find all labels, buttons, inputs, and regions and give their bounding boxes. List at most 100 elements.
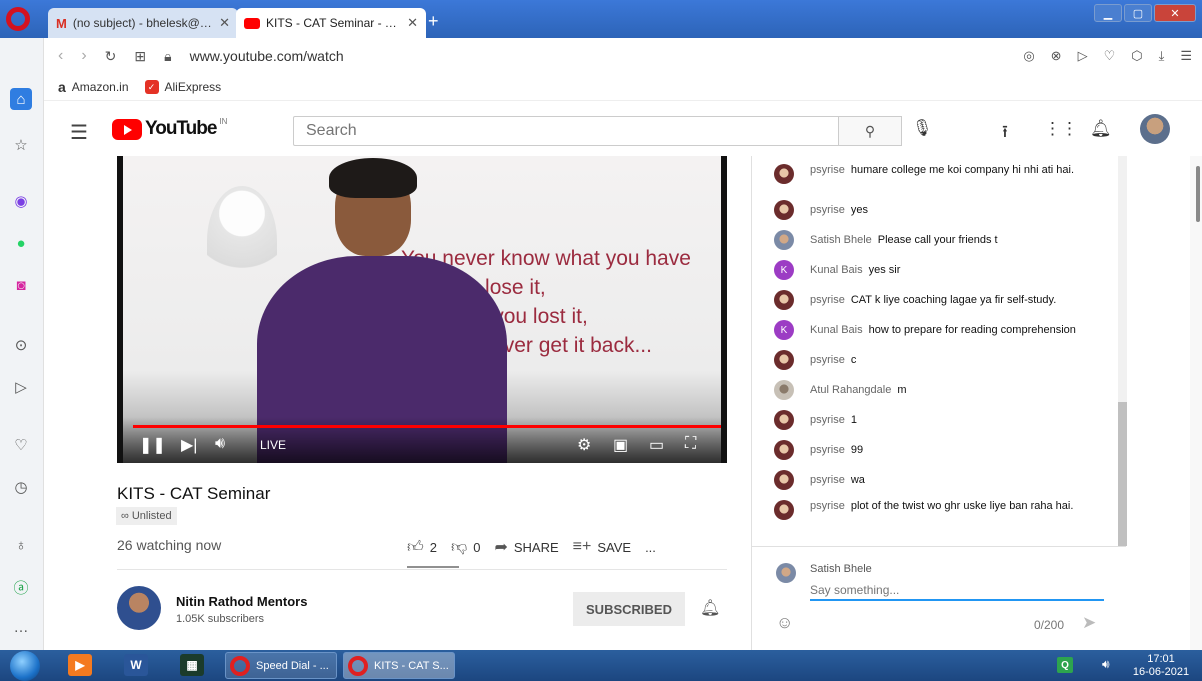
chat-scrollbar-thumb[interactable] <box>1118 402 1127 546</box>
chat-message: psyrise wa <box>774 470 1094 490</box>
taskbar-item-speed-dial[interactable]: Speed Dial - ... <box>225 652 337 679</box>
save-button[interactable]: ≡+ SAVE <box>573 538 631 556</box>
media-player-icon[interactable]: ▶ <box>68 654 92 676</box>
back-icon[interactable]: ‹ <box>58 47 63 65</box>
like-button[interactable]: 👍︎ 2 <box>407 538 437 557</box>
messenger-icon[interactable]: ◉ <box>10 190 32 212</box>
bookmark-aliexpress[interactable]: ✓ AliExpress <box>144 80 221 94</box>
menu-icon[interactable]: ☰ <box>70 120 88 145</box>
live-badge[interactable]: LIVE <box>260 438 286 452</box>
letterbox-right <box>721 156 727 463</box>
opera-menu-icon[interactable] <box>6 7 30 31</box>
video-title: KITS - CAT Seminar <box>117 484 271 503</box>
lightbulb-icon[interactable]: ♁ <box>10 534 32 556</box>
upload-icon[interactable]: ⭱ <box>1002 119 1008 148</box>
dislike-button[interactable]: 👎︎ 0 <box>451 538 480 557</box>
close-icon[interactable]: ✕ <box>219 15 230 31</box>
avatar: K <box>774 260 794 280</box>
player-icon[interactable]: ⊙ <box>10 334 32 356</box>
tab-gmail[interactable]: M (no subject) - bhelesk@gm ✕ <box>48 8 238 38</box>
windows-taskbar: ▶ W ▦ Speed Dial - ... KITS - CAT S... Q… <box>0 650 1202 681</box>
avatar[interactable] <box>1140 114 1170 144</box>
chat-author[interactable]: psyrise <box>810 204 845 216</box>
youtube-logo[interactable]: YouTube IN <box>112 117 227 140</box>
next-icon[interactable]: ▶| <box>181 435 197 455</box>
channel-name[interactable]: Nitin Rathod Mentors <box>176 594 307 609</box>
theater-icon[interactable]: ▭ <box>649 435 664 455</box>
fullscreen-icon[interactable]: ⛶ <box>685 435 696 453</box>
new-tab-button[interactable]: + <box>428 11 439 32</box>
bell-icon[interactable]: 🔔︎ <box>1090 119 1112 139</box>
microphone-icon[interactable]: 🎙︎ <box>912 118 932 138</box>
chat-message-body: psyrise CAT k liye coaching lagae ya fir … <box>810 294 1100 307</box>
chat-author[interactable]: Atul Rahangdale <box>810 384 891 396</box>
lock-icon: 🔒︎ <box>164 47 172 64</box>
search-input[interactable] <box>293 116 839 146</box>
aria-icon[interactable]: ⓐ <box>10 576 32 598</box>
notification-bell-icon[interactable]: 🔔︎ <box>700 598 720 618</box>
gear-icon[interactable]: ⚙ <box>577 435 591 455</box>
chat-author[interactable]: psyrise <box>810 474 845 486</box>
more-button[interactable]: ... <box>645 540 656 555</box>
bookmark-amazon[interactable]: a Amazon.in <box>58 79 129 95</box>
chat-author[interactable]: psyrise <box>810 500 845 512</box>
whatsapp-icon[interactable]: ● <box>10 232 32 254</box>
chat-author[interactable]: Satish Bhele <box>810 234 872 246</box>
word-icon[interactable]: W <box>124 654 148 676</box>
apps-icon[interactable]: ⋮⋮ <box>1044 119 1078 139</box>
taskbar-item-kits[interactable]: KITS - CAT S... <box>343 652 455 679</box>
speed-dial-icon[interactable]: ⊞ <box>134 48 146 65</box>
chat-author[interactable]: Kunal Bais <box>810 264 863 276</box>
channel-avatar[interactable] <box>117 586 161 630</box>
volume-icon[interactable]: 🔊︎ <box>1102 657 1110 672</box>
video-player[interactable]: You never know what you have until you l… <box>117 156 727 463</box>
clock-time: 17:01 <box>1147 653 1175 665</box>
page-scrollbar-thumb[interactable] <box>1196 166 1200 222</box>
search-button[interactable]: ⚲ <box>838 116 902 146</box>
share-button[interactable]: ➦ SHARE <box>494 537 558 557</box>
blocker-icon[interactable]: ⊗ <box>1051 48 1062 64</box>
chat-author[interactable]: psyrise <box>810 294 845 306</box>
reload-icon[interactable]: ↻ <box>105 48 117 65</box>
chat-author[interactable]: psyrise <box>810 354 845 366</box>
flow-icon[interactable]: ▷ <box>10 376 32 398</box>
forward-icon[interactable]: › <box>81 47 86 65</box>
star-icon[interactable]: ☆ <box>10 134 32 156</box>
maximize-button[interactable]: ▢ <box>1124 4 1152 22</box>
playlist-add-icon: ≡+ <box>572 538 592 555</box>
emoji-icon[interactable]: ☺ <box>776 613 793 633</box>
tab-youtube[interactable]: KITS - CAT Seminar - YouTu ✕ <box>236 8 426 38</box>
download-icon[interactable]: ⤓ <box>1159 48 1165 64</box>
progress-bar[interactable] <box>133 425 721 428</box>
heart-icon[interactable]: ♡ <box>10 434 32 456</box>
instagram-icon[interactable]: ◙ <box>10 274 32 296</box>
url-field[interactable]: www.youtube.com/watch <box>190 48 344 64</box>
camera-icon[interactable]: ◎ <box>1023 48 1034 64</box>
start-button[interactable] <box>10 651 40 681</box>
chat-author[interactable]: psyrise <box>810 444 845 456</box>
pause-icon[interactable]: ❚❚ <box>139 435 166 455</box>
close-window-button[interactable]: ✕ <box>1154 4 1196 22</box>
chat-message-body: Atul Rahangdale m <box>810 384 1100 397</box>
tray-app-icon[interactable]: Q <box>1057 657 1073 673</box>
home-icon[interactable]: ⌂ <box>10 88 32 110</box>
cube-icon[interactable]: ⬡ <box>1131 48 1142 64</box>
chat-author[interactable]: psyrise <box>810 164 845 176</box>
app-icon[interactable]: ▦ <box>180 654 204 676</box>
send-icon[interactable]: ➤ <box>1082 613 1096 633</box>
subscribe-button[interactable]: SUBSCRIBED <box>573 592 685 626</box>
chat-author[interactable]: Kunal Bais <box>810 324 863 336</box>
miniplayer-icon[interactable]: ▣ <box>613 435 628 455</box>
heart-icon[interactable]: ♡ <box>1104 48 1116 64</box>
chat-author[interactable]: psyrise <box>810 414 845 426</box>
close-icon[interactable]: ✕ <box>407 15 418 31</box>
send-icon[interactable]: ▷ <box>1078 48 1088 64</box>
volume-icon[interactable]: 🔊︎ <box>215 435 225 453</box>
history-icon[interactable]: ◷ <box>10 476 32 498</box>
page-scrollbar[interactable] <box>1190 156 1202 650</box>
system-clock[interactable]: 17:01 16-06-2021 <box>1128 653 1194 679</box>
minimize-button[interactable]: ▁ <box>1094 4 1122 22</box>
more-icon[interactable]: … <box>10 616 32 638</box>
settings-icon[interactable]: ☰ <box>1180 48 1192 64</box>
chat-message-input[interactable] <box>810 581 1104 601</box>
